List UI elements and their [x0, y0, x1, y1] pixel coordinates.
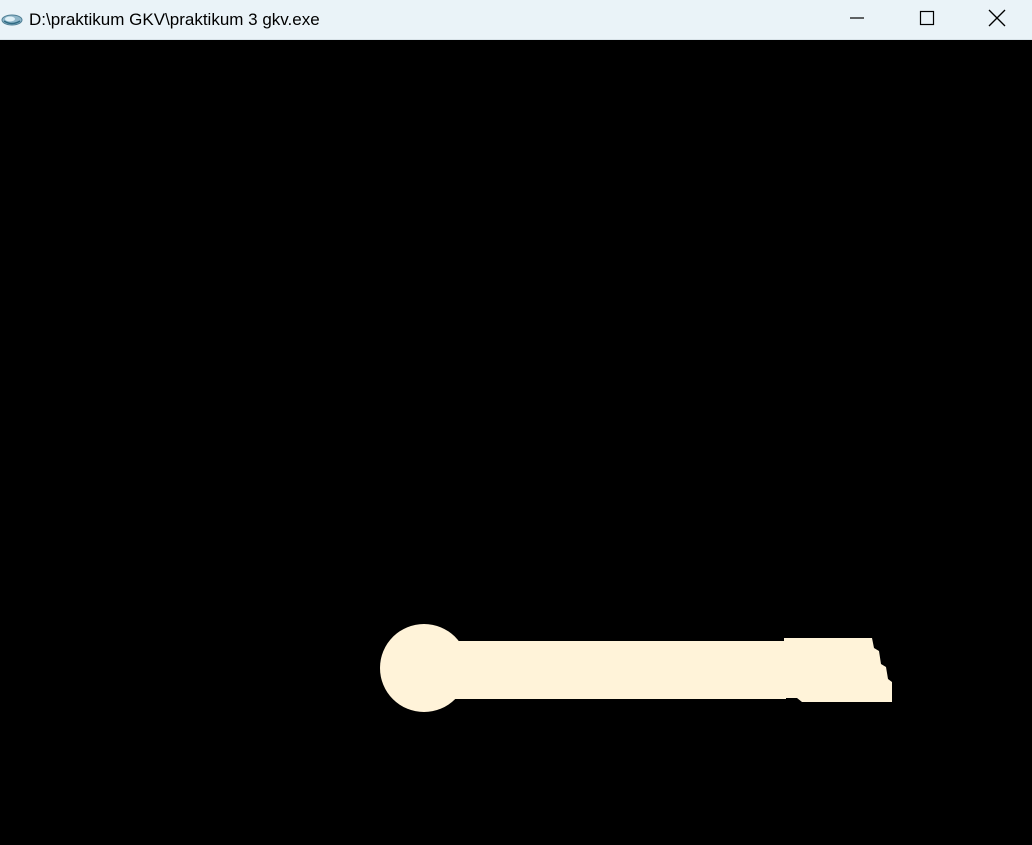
scene [380, 624, 892, 712]
match-stick [440, 641, 786, 699]
window-title: D:\praktikum GKV\praktikum 3 gkv.exe [29, 9, 320, 29]
app-window: D:\praktikum GKV\praktikum 3 gkv.exe [0, 0, 1032, 845]
maximize-button[interactable] [892, 0, 962, 35]
window-controls [822, 0, 1032, 40]
match-shape [380, 624, 892, 712]
minimize-icon [849, 10, 865, 26]
close-button[interactable] [962, 0, 1032, 35]
minimize-button[interactable] [822, 0, 892, 35]
opengl-app-icon [1, 9, 23, 31]
close-icon [988, 9, 1006, 27]
maximize-icon [919, 10, 935, 26]
match-tip [784, 638, 892, 702]
opengl-canvas[interactable] [0, 41, 1032, 845]
title-bar[interactable]: D:\praktikum GKV\praktikum 3 gkv.exe [0, 0, 1032, 40]
